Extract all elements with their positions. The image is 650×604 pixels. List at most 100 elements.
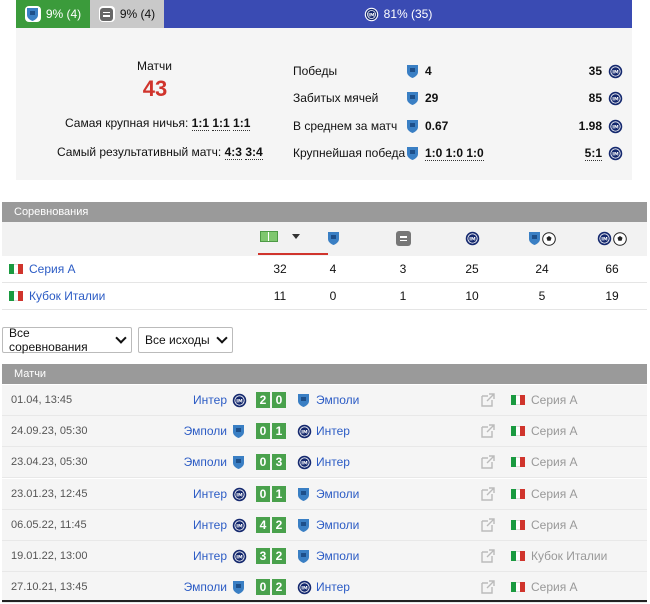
external-link-icon[interactable] <box>480 579 496 595</box>
match-competition-name[interactable]: Серия А <box>531 580 578 594</box>
away-goals: 2 <box>272 516 286 533</box>
match-row[interactable]: 27.10.21, 13:45 Эмполи 0 2 IM Интер Серия А <box>2 572 647 604</box>
comp-empoli-goals: 24 <box>535 262 549 276</box>
home-team-link[interactable]: Интер <box>193 487 227 501</box>
match-competition[interactable]: Серия А <box>511 393 578 407</box>
col-empoli-wins[interactable] <box>313 231 353 246</box>
match-row[interactable]: 19.01.22, 13:00 Интер IM 3 2 Эмполи Кубок Итал… <box>2 541 647 572</box>
svg-text:IM: IM <box>236 492 243 498</box>
home-team-link[interactable]: Эмполи <box>184 455 227 469</box>
italy-flag-icon <box>511 488 526 499</box>
match-row[interactable]: 01.04, 13:45 Интер IM 2 0 Эмполи Серия А <box>2 385 647 416</box>
divider <box>2 600 647 602</box>
away-team-link[interactable]: Эмполи <box>316 518 359 532</box>
home-team-link[interactable]: Эмполи <box>184 424 227 438</box>
draw-score[interactable]: 1:1 <box>233 116 251 131</box>
match-score[interactable]: 01 <box>256 485 286 502</box>
match-score[interactable]: 01 <box>256 423 286 440</box>
match-score[interactable]: 02 <box>256 579 286 596</box>
comp-inter-goals: 66 <box>605 262 619 276</box>
external-link-icon[interactable] <box>480 486 496 502</box>
external-link-icon[interactable] <box>480 454 496 470</box>
biggest-win-away-score[interactable]: 5:1 <box>584 146 602 161</box>
competition-name[interactable]: Серия А <box>9 262 76 276</box>
match-competition[interactable]: Серия А <box>511 580 578 594</box>
match-competition-name[interactable]: Серия А <box>531 518 578 532</box>
match-competition[interactable]: Серия А <box>511 487 578 501</box>
comp-matches: 32 <box>273 262 287 276</box>
match-competition[interactable]: Серия А <box>511 424 578 438</box>
competition-row[interactable]: Кубок Италии 11 0 1 10 5 19 <box>2 283 647 310</box>
col-inter-goals[interactable]: IM <box>592 231 632 246</box>
highest-scoring-label: Самый результативный матч: <box>57 145 222 159</box>
outcome-filter-select[interactable]: Все исходы <box>138 327 233 353</box>
match-competition-name[interactable]: Серия А <box>531 393 578 407</box>
match-date: 23.01.23, 12:45 <box>11 487 88 500</box>
match-score[interactable]: 03 <box>256 454 286 471</box>
competition-link[interactable]: Кубок Италии <box>29 289 105 303</box>
match-competition[interactable]: Серия А <box>511 518 578 532</box>
home-team-link[interactable]: Интер <box>193 393 227 407</box>
home-team-link[interactable]: Эмполи <box>184 580 227 594</box>
draw-score[interactable]: 1:1 <box>212 116 230 131</box>
col-draws[interactable] <box>383 231 423 246</box>
competition-row[interactable]: Серия А 32 4 3 25 24 66 <box>2 256 647 283</box>
match-row[interactable]: 23.04.23, 05:30 Эмполи 0 3 IM Интер Серия А <box>2 447 647 479</box>
home-wins-segment[interactable]: 9% (4) <box>16 0 90 28</box>
stat-away-value: 35 <box>588 64 602 78</box>
competition-name[interactable]: Кубок Италии <box>9 289 105 303</box>
competition-link[interactable]: Серия А <box>29 262 76 276</box>
away-wins-segment[interactable]: IM 81% (35) <box>164 0 632 28</box>
italy-flag-icon <box>511 582 526 593</box>
stat-label: Забитых мячей <box>293 91 379 105</box>
match-score[interactable]: 42 <box>256 516 286 533</box>
inter-crest-icon: IM <box>297 580 312 595</box>
match-row[interactable]: 23.01.23, 12:45 Интер IM 0 1 Эмполи Серия А <box>2 478 647 510</box>
match-row[interactable]: 06.05.22, 11:45 Интер IM 4 2 Эмполи Серия А <box>2 509 647 541</box>
away-team-link[interactable]: Интер <box>316 455 350 469</box>
italy-flag-icon <box>9 291 24 301</box>
match-competition-name[interactable]: Серия А <box>531 487 578 501</box>
away-team-link[interactable]: Эмполи <box>316 487 359 501</box>
high-score[interactable]: 4:3 <box>224 145 242 160</box>
away-team-link[interactable]: Эмполи <box>316 393 359 407</box>
empoli-crest-icon <box>297 487 310 502</box>
italy-flag-icon <box>511 395 526 405</box>
match-competition-name[interactable]: Кубок Италии <box>531 549 607 563</box>
away-team-link[interactable]: Интер <box>316 580 350 594</box>
col-inter-wins[interactable]: IM <box>452 231 492 246</box>
draws-segment[interactable]: 9% (4) <box>90 0 164 28</box>
biggest-win-home-scores[interactable]: 1:0 1:0 1:0 <box>425 146 484 161</box>
match-score[interactable]: 20 <box>256 392 286 408</box>
stat-home-value[interactable]: 1:0 1:0 1:0 <box>425 146 585 161</box>
col-empoli-goals[interactable] <box>522 231 562 246</box>
match-competition-name[interactable]: Серия А <box>531 424 578 438</box>
competition-filter-select[interactable]: Все соревнования <box>2 326 132 354</box>
external-link-icon[interactable] <box>480 423 496 439</box>
stat-away-value: 85 <box>588 91 602 105</box>
high-score[interactable]: 3:4 <box>245 145 263 160</box>
comp-inter-wins: 10 <box>465 289 479 303</box>
external-link-icon[interactable] <box>480 517 496 533</box>
match-competition-name[interactable]: Серия А <box>531 455 578 469</box>
sort-by-matches[interactable] <box>245 231 315 242</box>
inter-crest-icon: IM <box>608 119 623 133</box>
match-score[interactable]: 32 <box>256 548 286 564</box>
soccer-ball-icon <box>542 231 556 246</box>
external-link-icon[interactable] <box>480 392 496 408</box>
italy-flag-icon <box>511 519 526 530</box>
external-link-icon[interactable] <box>480 548 496 564</box>
active-sort-indicator <box>258 253 328 255</box>
match-competition[interactable]: Кубок Италии <box>511 549 607 563</box>
draw-score[interactable]: 1:1 <box>191 116 210 131</box>
empoli-crest-icon <box>407 64 418 78</box>
away-team-link[interactable]: Эмполи <box>316 549 359 563</box>
home-team-link[interactable]: Интер <box>193 518 227 532</box>
empoli-crest-icon <box>297 518 310 533</box>
outcome-filter-value: Все исходы <box>145 333 210 347</box>
match-competition[interactable]: Серия А <box>511 455 578 469</box>
stat-away-value[interactable]: 5:1 <box>584 146 602 161</box>
away-team-link[interactable]: Интер <box>316 424 350 438</box>
match-row[interactable]: 24.09.23, 05:30 Эмполи 0 1 IM Интер Серия А <box>2 416 647 448</box>
home-team-link[interactable]: Интер <box>193 549 227 563</box>
